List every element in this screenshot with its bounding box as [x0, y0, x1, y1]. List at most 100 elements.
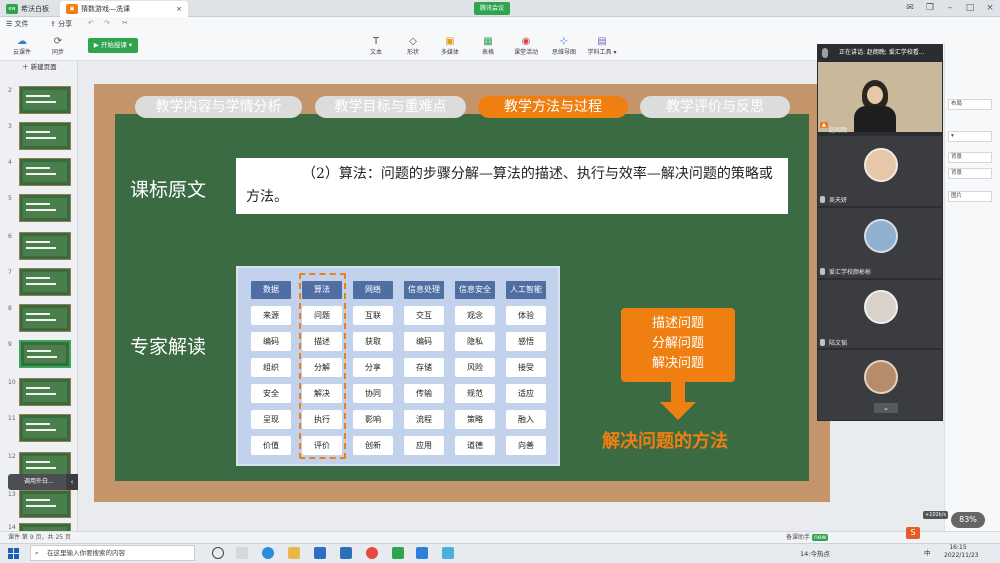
task-view-icon[interactable] [212, 547, 224, 559]
undo-icon[interactable]: ↶ [88, 19, 94, 27]
slide-thumbnail[interactable] [19, 232, 71, 260]
cloud-label: 云课件 [12, 49, 31, 56]
chat-app-icon[interactable] [442, 547, 454, 559]
sogou-ime-icon[interactable]: S [906, 527, 920, 539]
zoom-indicator[interactable]: 83% [951, 512, 985, 528]
matrix-cell: 创新 [353, 436, 393, 455]
thumb-board [23, 308, 67, 328]
chrome-icon[interactable] [366, 547, 378, 559]
mail-icon[interactable]: ✉ [900, 0, 920, 17]
cloud-button[interactable]: ☁ 云课件 [4, 36, 40, 56]
thumb-line [26, 203, 50, 205]
slide-thumbnail[interactable] [19, 122, 71, 150]
clock[interactable]: 16:15 2022/11/23 [944, 544, 979, 560]
participant-name: 爱汇学校颜彬彬 [829, 269, 872, 276]
slide-thumbnail[interactable] [19, 304, 71, 332]
slide-tab-methods[interactable]: 教学方法与过程 [478, 96, 628, 118]
ime-indicator[interactable]: 中 [924, 547, 931, 557]
tool-activity[interactable]: ◉ 课堂活动 [508, 36, 544, 56]
heading-expert-interpretation: 专家解读 [130, 336, 207, 358]
rp-item-dropdown[interactable]: ▾ [948, 131, 992, 142]
thumb-line [27, 350, 51, 352]
doc-icon: ▣ [66, 4, 78, 14]
rp-item-layout[interactable]: 布局 [948, 99, 992, 110]
slide-thumbnail[interactable] [19, 158, 71, 186]
slide-thumbnail[interactable] [19, 340, 71, 368]
tool-shape[interactable]: ◇ 形状 [395, 36, 431, 56]
close-tab-icon[interactable]: × [176, 5, 182, 13]
sync-label: 同步 [51, 49, 64, 56]
weather-widget[interactable]: 14:今热点 [800, 548, 830, 558]
close-icon[interactable]: × [980, 0, 1000, 17]
slide-tab-evaluation[interactable]: 教学评价与反思 [640, 96, 790, 118]
meeting-app-icon[interactable] [416, 547, 428, 559]
slide-tab-objectives[interactable]: 教学目标与重难点 [315, 96, 466, 118]
slide-thumbnail[interactable] [19, 378, 71, 406]
matrix-column: 人工智能 体验 感悟 接受 适应 融入 向善 [506, 281, 546, 455]
matrix-cell: 分享 [353, 358, 393, 377]
widgets-icon[interactable] [236, 547, 248, 559]
start-teaching-button[interactable]: ▶ 开始授课 ▾ [88, 38, 138, 53]
matrix-cell: 编码 [404, 332, 444, 351]
host-badge: ▲ [820, 122, 828, 128]
new-page-button[interactable]: ＋ 新建页面 [22, 61, 57, 71]
thumb-board [23, 162, 67, 182]
rp-item-image[interactable]: 图片 [948, 191, 992, 202]
slide-thumbnail[interactable] [19, 268, 71, 296]
matrix-cell: 编码 [251, 332, 291, 351]
avatar [864, 360, 898, 394]
doc-tab[interactable]: ▣ 猜数游戏—洗课 × [60, 1, 188, 17]
taskbar-search-input[interactable]: ⌕ 在这里输入你要搜索的内容 [30, 545, 195, 561]
redo-icon[interactable]: ↷ [104, 19, 110, 27]
rp-item-bg2[interactable]: 背景 [948, 168, 992, 179]
assistant-button[interactable]: 备课助手 new [786, 532, 829, 543]
edge-icon[interactable] [262, 547, 274, 559]
thumb-number: 14 [8, 524, 16, 531]
thumb-line [26, 387, 50, 389]
matrix-cell: 规范 [455, 384, 495, 403]
scissors-icon[interactable]: ✂ [122, 19, 128, 27]
tool-media[interactable]: ▣ 多媒体 [432, 36, 468, 56]
tool-mindmap[interactable]: ⊹ 思维导图 [546, 36, 582, 56]
thumb-number: 6 [8, 233, 12, 240]
slide-thumbnail[interactable] [19, 414, 71, 442]
mail-app-icon[interactable] [314, 547, 326, 559]
folder-icon[interactable] [288, 547, 300, 559]
matrix-column-header: 人工智能 [506, 281, 546, 299]
share-menu[interactable]: ⇪ 分享 [50, 19, 72, 29]
windows-start-icon[interactable] [8, 548, 19, 559]
clock-time: 16:15 [949, 544, 967, 551]
tool-text[interactable]: T 文本 [358, 36, 394, 56]
thumb-line [26, 429, 56, 431]
slide-thumbnail[interactable] [19, 490, 71, 518]
matrix-cell: 组织 [251, 358, 291, 377]
thumb-line [26, 95, 50, 97]
callout-line-1: 描述问题 [651, 316, 704, 331]
meeting-indicator[interactable]: 腾讯会议 [474, 2, 511, 15]
thumb-number: 11 [8, 415, 16, 422]
slide-thumbnail[interactable] [19, 86, 71, 114]
easinote-icon[interactable] [392, 547, 404, 559]
subject-icon: ▤ [597, 36, 607, 47]
slide-tab-content-analysis[interactable]: 教学内容与学情分析 [135, 96, 302, 118]
maximize-icon[interactable]: □ [960, 0, 980, 17]
slide-thumbnail[interactable] [19, 194, 71, 222]
callout-line-3: 解决问题 [651, 356, 704, 371]
thumb-board [23, 418, 67, 438]
app-tab[interactable]: ew 希沃白板 [0, 0, 55, 17]
scroll-down-icon[interactable]: ⌄ [874, 403, 898, 413]
clock-date: 2022/11/23 [944, 552, 979, 559]
sync-button[interactable]: ⟳ 同步 [40, 36, 76, 56]
mic-icon [820, 268, 825, 275]
l-app-icon[interactable] [340, 547, 352, 559]
restore-icon[interactable]: ❐ [920, 0, 940, 17]
tool-table[interactable]: ▦ 表格 [470, 36, 506, 56]
collapse-icon[interactable]: ‹ [66, 474, 78, 490]
matrix-column: 信息安全 观念 隐私 风险 规范 策略 道德 [455, 281, 495, 455]
file-menu[interactable]: ☰ 文件 [6, 19, 29, 29]
tool-subject[interactable]: ▤ 学科工具 ▾ [584, 36, 620, 56]
minimize-icon[interactable]: – [940, 0, 960, 17]
matrix-column: 数据 来源 编码 组织 安全 呈现 价值 [251, 281, 291, 455]
rp-item-bg1[interactable]: 背景 [948, 152, 992, 163]
matrix-column-header: 网络 [353, 281, 393, 299]
